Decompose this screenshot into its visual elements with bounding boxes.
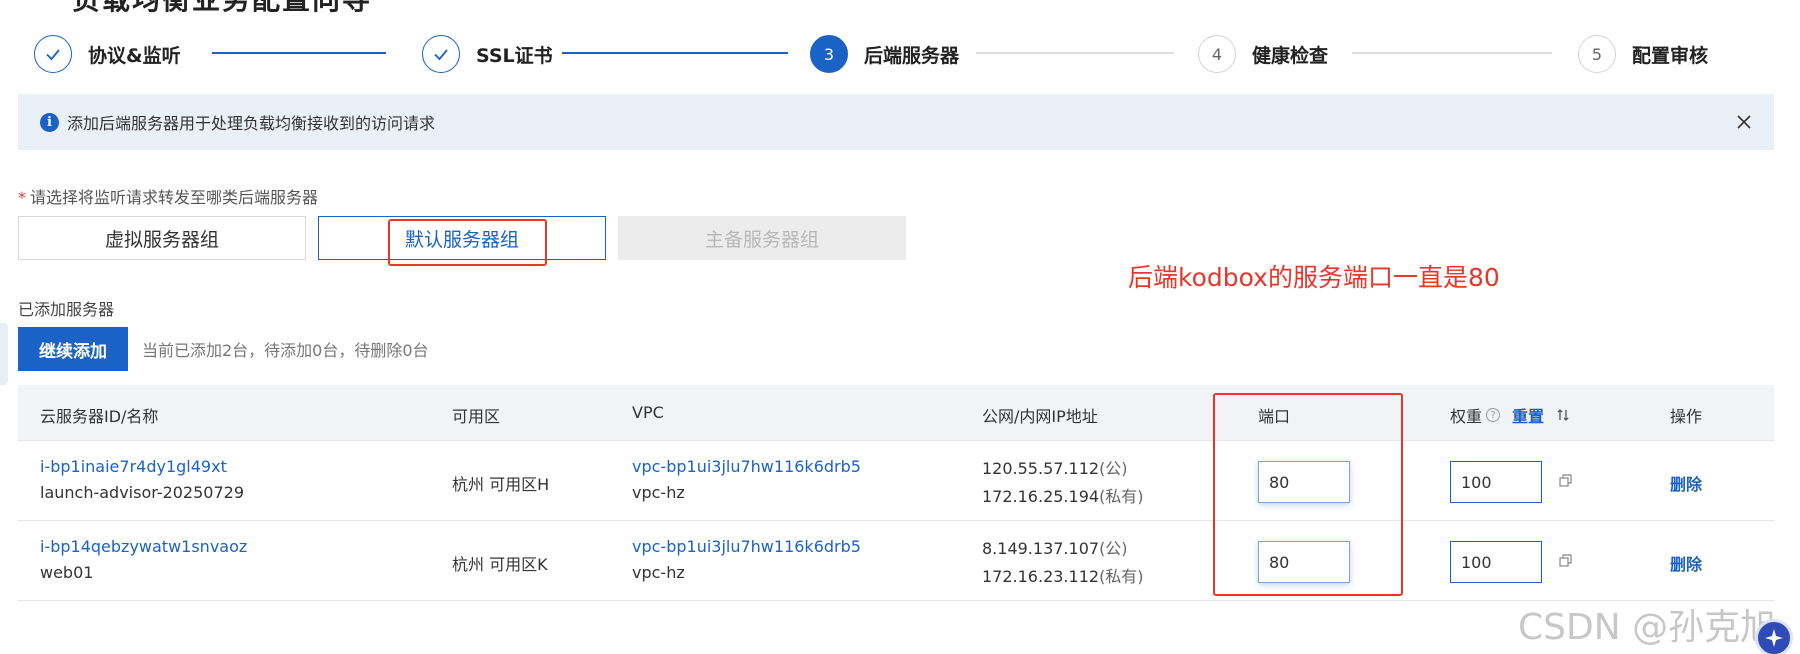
header-vpc: VPC xyxy=(632,403,664,422)
delete-link[interactable]: 删除 xyxy=(1670,551,1702,575)
added-servers-label: 已添加服务器 xyxy=(18,300,115,319)
zone: 杭州 可用区H xyxy=(452,475,550,494)
header-weight: 权重 ? 重置 xyxy=(1450,403,1570,427)
header-id-name: 云服务器ID/名称 xyxy=(40,407,159,426)
private-ip: 172.16.23.112(私有) xyxy=(982,567,1144,586)
weight-input[interactable]: 100 xyxy=(1450,541,1542,583)
vpc-name: vpc-hz xyxy=(632,563,685,582)
delete-link[interactable]: 删除 xyxy=(1670,471,1702,495)
vpc-name: vpc-hz xyxy=(632,483,685,502)
annotation-note: 后端kodbox的服务端口一直是80 xyxy=(1128,263,1500,292)
server-name: launch-advisor-20250729 xyxy=(40,483,245,502)
option-primary-backup-server-group: 主备服务器组 xyxy=(618,216,906,260)
step-label: 配置审核 xyxy=(1632,44,1709,67)
check-icon xyxy=(34,35,72,73)
table-header: 云服务器ID/名称 可用区 VPC 公网/内网IP地址 端口 权重 ? 重置 操… xyxy=(18,385,1774,441)
sparkle-icon xyxy=(1765,629,1783,647)
step-health-check[interactable]: 4 健康检查 xyxy=(1198,14,1328,94)
step-number: 3 xyxy=(810,35,848,73)
public-ip: 8.149.137.107(公) xyxy=(982,539,1128,558)
banner-text: 添加后端服务器用于处理负载均衡接收到的访问请求 xyxy=(67,114,436,133)
public-ip: 120.55.57.112(公) xyxy=(982,459,1128,478)
assistant-float-button[interactable] xyxy=(1755,619,1793,654)
vpc-id-link[interactable]: vpc-bp1ui3jlu7hw116k6drb5 xyxy=(632,457,861,476)
vpc-id-link[interactable]: vpc-bp1ui3jlu7hw116k6drb5 xyxy=(632,537,861,556)
option-default-server-group[interactable]: 默认服务器组 xyxy=(318,216,606,260)
info-icon: i xyxy=(40,112,59,132)
step-connector xyxy=(562,52,788,54)
table-row: i-bp1inaie7r4dy1gl49xt launch-advisor-20… xyxy=(18,441,1774,521)
step-number: 5 xyxy=(1578,35,1616,73)
step-backend-servers[interactable]: 3 后端服务器 xyxy=(810,14,959,94)
info-banner: i 添加后端服务器用于处理负载均衡接收到的访问请求 xyxy=(18,94,1774,150)
table-row: i-bp14qebzywatw1snvaoz web01 杭州 可用区K vpc… xyxy=(18,521,1774,601)
help-icon[interactable]: ? xyxy=(1486,408,1501,422)
step-config-review[interactable]: 5 配置审核 xyxy=(1578,14,1708,94)
header-action: 操作 xyxy=(1670,407,1703,426)
copy-icon[interactable] xyxy=(1558,553,1574,569)
zone: 杭州 可用区K xyxy=(452,555,548,574)
continue-add-button[interactable]: 继续添加 xyxy=(18,327,128,371)
server-type-label: * 请选择将监听请求转发至哪类后端服务器 xyxy=(18,188,319,207)
port-input[interactable]: 80 xyxy=(1258,541,1350,583)
step-connector xyxy=(1352,52,1552,54)
step-label: 协议&监听 xyxy=(88,44,181,67)
watermark: CSDN @孙克旭 xyxy=(1518,607,1777,648)
server-name: web01 xyxy=(40,563,94,582)
server-count-text: 当前已添加2台，待添加0台，待删除0台 xyxy=(142,341,429,360)
step-label: 健康检查 xyxy=(1252,44,1329,67)
reset-weight-link[interactable]: 重置 xyxy=(1512,403,1544,427)
server-table: 云服务器ID/名称 可用区 VPC 公网/内网IP地址 端口 权重 ? 重置 操… xyxy=(18,385,1774,601)
weight-input[interactable]: 100 xyxy=(1450,461,1542,503)
required-mark: * xyxy=(18,188,26,207)
step-label: SSL证书 xyxy=(476,44,553,67)
step-connector xyxy=(212,52,386,54)
header-zone: 可用区 xyxy=(452,407,501,426)
server-id-link[interactable]: i-bp1inaie7r4dy1gl49xt xyxy=(40,457,227,476)
close-icon[interactable] xyxy=(1734,112,1754,132)
header-ip: 公网/内网IP地址 xyxy=(982,407,1098,426)
sort-icon[interactable] xyxy=(1556,408,1570,422)
check-icon xyxy=(422,35,460,73)
step-label: 后端服务器 xyxy=(864,44,960,67)
step-connector xyxy=(976,52,1174,54)
side-collapse-handle[interactable] xyxy=(0,323,8,385)
step-ssl-cert[interactable]: SSL证书 xyxy=(422,14,553,94)
step-number: 4 xyxy=(1198,35,1236,73)
wizard-steps: 协议&监听 SSL证书 3 后端服务器 4 健康检查 5 配置审核 xyxy=(18,14,1778,94)
port-input[interactable]: 80 xyxy=(1258,461,1350,503)
private-ip: 172.16.25.194(私有) xyxy=(982,487,1144,506)
option-virtual-server-group[interactable]: 虚拟服务器组 xyxy=(18,216,306,260)
step-protocol-listener[interactable]: 协议&监听 xyxy=(34,14,181,94)
copy-icon[interactable] xyxy=(1558,473,1574,489)
server-id-link[interactable]: i-bp14qebzywatw1snvaoz xyxy=(40,537,247,556)
header-port: 端口 xyxy=(1258,407,1291,426)
